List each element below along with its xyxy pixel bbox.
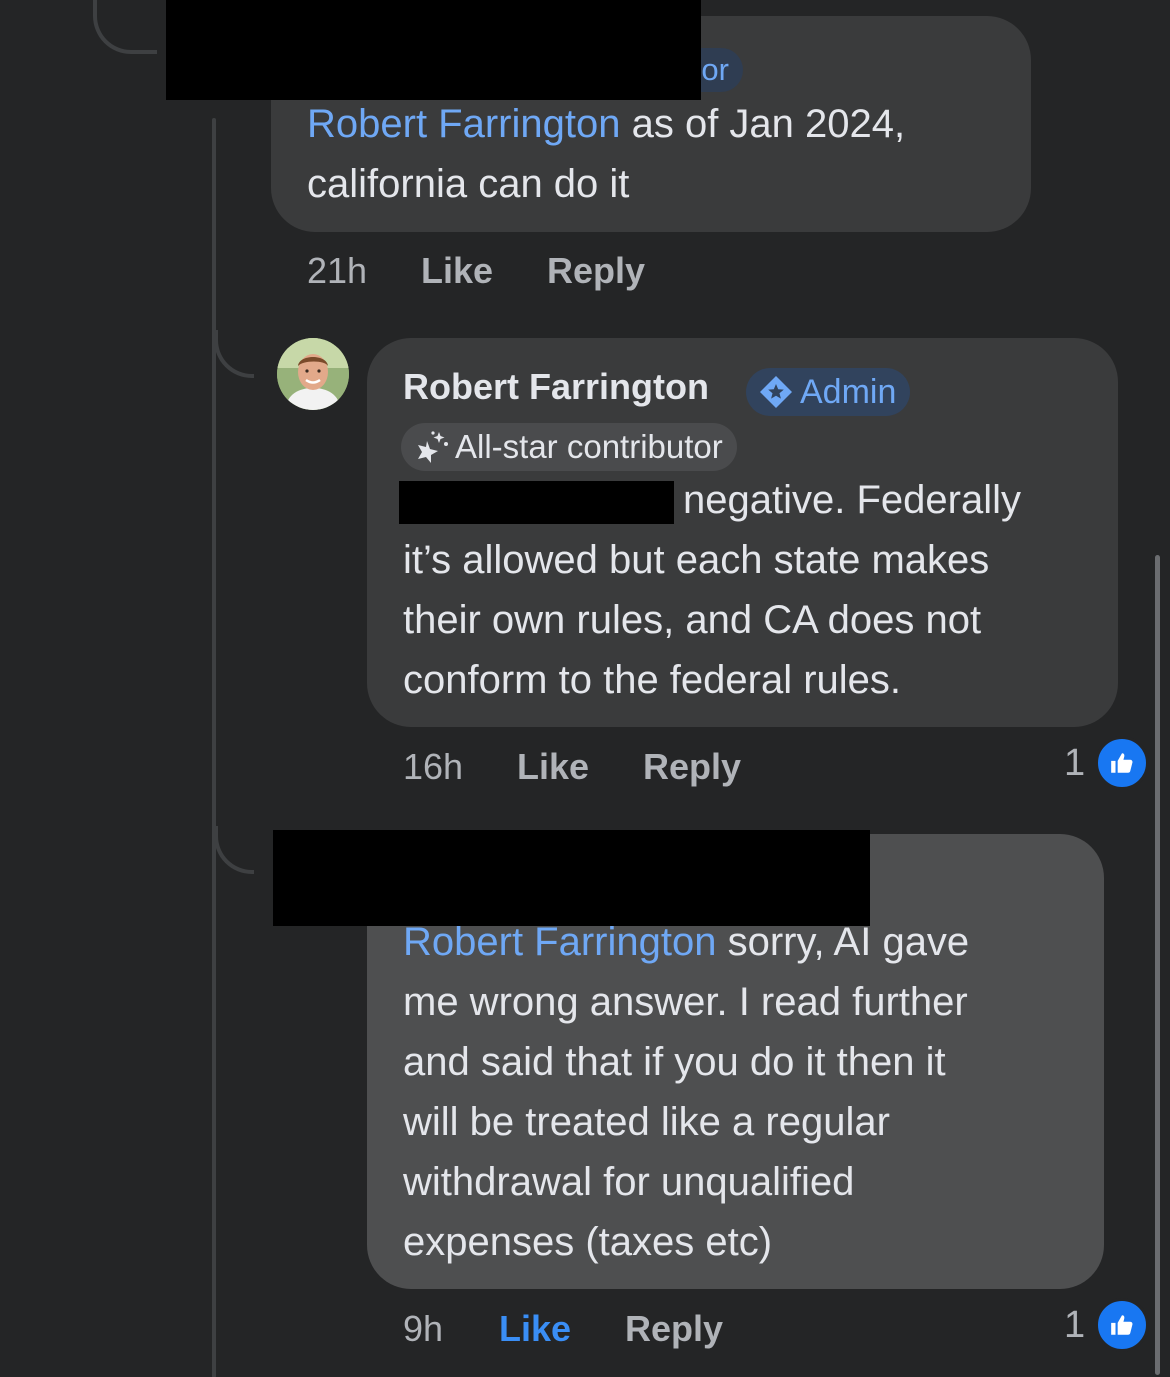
reaction-summary[interactable]: 1: [1064, 736, 1150, 790]
reaction-summary[interactable]: 1: [1064, 1298, 1150, 1352]
reaction-count: 1: [1064, 1303, 1086, 1346]
comment-text: their own rules, and CA does not: [403, 598, 982, 642]
admin-shield-icon: [760, 376, 792, 408]
like-button[interactable]: Like: [517, 746, 589, 788]
reaction-count: 1: [1064, 741, 1086, 784]
reply-button[interactable]: Reply: [643, 746, 741, 788]
sparkle-star-icon: [418, 431, 448, 463]
comment-text: conform to the federal rules.: [403, 658, 902, 702]
comment-text: will be treated like a regular: [403, 1100, 890, 1144]
scrollbar[interactable]: [1155, 555, 1160, 1375]
comment-time[interactable]: 16h: [403, 746, 463, 788]
redaction-bar: [166, 0, 701, 100]
allstar-badge-label: All-star contributor: [455, 428, 723, 465]
comment-time[interactable]: 21h: [307, 250, 367, 292]
comment-text: expenses (taxes etc): [403, 1220, 773, 1264]
avatar[interactable]: [277, 338, 349, 410]
comment-thread: or Robert Farrington as of Jan 2024, cal…: [0, 0, 1170, 1377]
comment-text: me wrong answer. I read further: [403, 980, 968, 1024]
thumbs-up-icon: [1095, 736, 1150, 790]
thumbs-up-icon: [1095, 1298, 1150, 1352]
admin-badge-label: Admin: [800, 372, 897, 411]
reply-button[interactable]: Reply: [625, 1308, 723, 1350]
comment-text: and said that if you do it then it: [403, 1040, 946, 1084]
reply-button[interactable]: Reply: [547, 250, 645, 292]
thread-connector: [214, 330, 254, 378]
mention-link[interactable]: Robert Farrington: [307, 102, 620, 146]
mention-link[interactable]: Robert Farrington: [403, 920, 716, 964]
thread-connector: [214, 826, 254, 874]
like-button-active[interactable]: Like: [499, 1308, 571, 1350]
comment-text: negative. Federally: [683, 478, 1021, 522]
comment-text: withdrawal for unqualified: [403, 1160, 855, 1204]
thread-line: [212, 118, 216, 1377]
like-button[interactable]: Like: [421, 250, 493, 292]
thread-connector: [93, 0, 157, 54]
avatar-photo-icon: [277, 338, 349, 410]
admin-badge[interactable]: Admin: [746, 368, 911, 416]
redaction-bar: [399, 481, 674, 524]
author-name[interactable]: Robert Farrington: [403, 366, 709, 408]
allstar-contributor-badge[interactable]: All-star contributor: [401, 423, 737, 471]
comment-text: california can do it: [307, 162, 630, 206]
comment-text: Robert Farrington as of Jan 2024,: [307, 102, 906, 146]
comment-text: it’s allowed but each state makes: [403, 538, 990, 582]
comment-text: Robert Farrington sorry, AI gave: [403, 920, 970, 964]
comment-time[interactable]: 9h: [403, 1308, 443, 1350]
